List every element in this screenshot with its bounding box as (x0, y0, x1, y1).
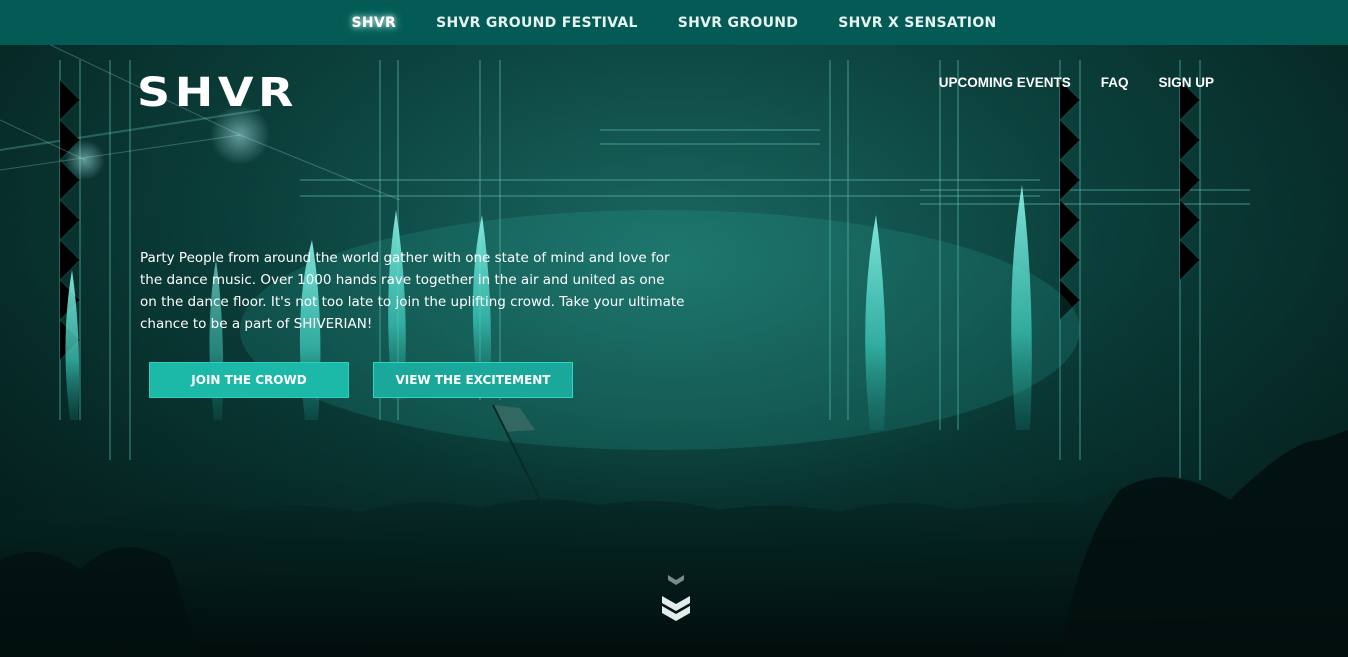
top-site-switcher: SHVR SHVR GROUND FESTIVAL SHVR GROUND SH… (0, 0, 1348, 45)
hero-description: Party People from around the world gathe… (140, 249, 685, 332)
topbar-item-shvr-ground-festival[interactable]: SHVR GROUND FESTIVAL (436, 15, 638, 31)
view-the-excitement-button[interactable]: VIEW THE EXCITEMENT (373, 362, 573, 398)
nav-item-upcoming-events[interactable]: UPCOMING EVENTS (939, 75, 1071, 90)
double-chevron-down-icon[interactable] (659, 572, 693, 624)
nav-item-sign-up[interactable]: SIGN UP (1158, 75, 1214, 90)
topbar-item-shvr-ground[interactable]: SHVR GROUND (678, 15, 798, 31)
nav-item-faq[interactable]: FAQ (1101, 75, 1129, 90)
topbar-item-shvr-x-sensation[interactable]: SHVR X SENSATION (838, 15, 996, 31)
join-the-crowd-button[interactable]: JOIN THE CROWD (149, 362, 349, 398)
page: SHVR SHVR GROUND FESTIVAL SHVR GROUND SH… (0, 0, 1348, 657)
site-logo[interactable]: SHVR (137, 70, 298, 116)
topbar-item-shvr[interactable]: SHVR (351, 15, 396, 31)
main-nav: UPCOMING EVENTS FAQ SIGN UP (939, 75, 1214, 90)
